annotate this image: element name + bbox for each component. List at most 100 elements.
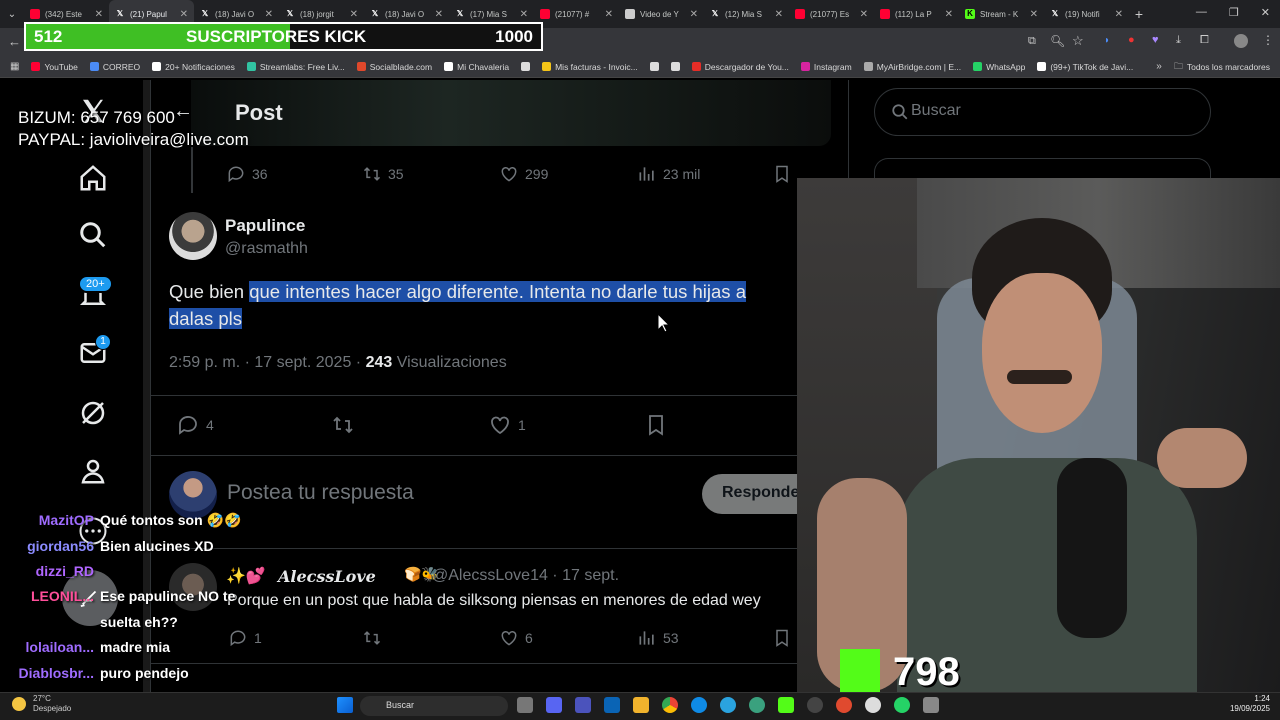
windows-start-icon[interactable] [337, 697, 353, 713]
reply-timestamp: 2:59 p. m. · 17 sept. 2025 · 243 Visuali… [169, 354, 507, 372]
bookmark-item[interactable] [649, 62, 659, 72]
taskbar-search[interactable]: Buscar [360, 696, 508, 716]
tab-close-icon[interactable]: ✕ [350, 9, 358, 20]
obs-icon[interactable] [807, 697, 823, 713]
bookmark-item[interactable]: (99+) TikTok de Javi... [1037, 62, 1133, 72]
browser-tab-label: (19) Notifi [1065, 9, 1100, 19]
bookmark-item[interactable]: YouTube [31, 62, 78, 72]
parent-views-button[interactable]: 23 mil [637, 164, 700, 184]
tab-close-icon[interactable]: ✕ [1030, 9, 1038, 20]
bookmark-item[interactable]: CORREO [89, 62, 140, 72]
tab-close-icon[interactable]: ✕ [265, 9, 273, 20]
reply2-views-button[interactable]: 53 [637, 628, 679, 648]
teams-icon[interactable] [575, 697, 591, 713]
new-tab-icon[interactable]: + [1129, 6, 1149, 22]
tab-close-icon[interactable]: ✕ [435, 9, 443, 20]
bookmark-item[interactable]: Descargador de You... [691, 62, 789, 72]
browser-tab[interactable]: 𝕏 (19) Notifi ✕ [1044, 0, 1129, 28]
bookmark-item[interactable]: Instagram [800, 62, 852, 72]
profile-avatar[interactable] [1234, 34, 1248, 48]
extensions-icon[interactable]: ⧠ [1200, 34, 1209, 47]
extension-heart-icon[interactable]: ♥ [1152, 34, 1159, 46]
bookmark-item[interactable]: WhatsApp [973, 62, 1025, 72]
reply-input[interactable]: Postea tu respuesta [227, 481, 414, 505]
tab-close-icon[interactable]: ✕ [1115, 9, 1123, 20]
edge-icon[interactable] [691, 697, 707, 713]
file-explorer-icon[interactable] [633, 697, 649, 713]
kick-app-icon[interactable] [778, 697, 794, 713]
bookmark-item[interactable]: Streamlabs: Free Liv... [246, 62, 345, 72]
minimize-icon[interactable]: — [1196, 6, 1207, 19]
bookmark-item[interactable] [670, 62, 680, 72]
reply-like-button[interactable]: 1 [488, 413, 526, 437]
reply2-reply-button[interactable]: 1 [228, 628, 262, 648]
bookmark-star-icon[interactable]: ☆ [1072, 33, 1084, 49]
reply-repost-button[interactable] [331, 413, 355, 437]
tab-close-icon[interactable]: ✕ [945, 9, 953, 20]
bookmark-item[interactable]: 20+ Notificaciones [152, 62, 235, 72]
browser-tab[interactable]: 𝕏 (12) Mia S ✕ [704, 0, 789, 28]
reply-author-name[interactable]: Papulince [225, 216, 305, 236]
home-icon[interactable] [78, 163, 108, 193]
bookmark-item[interactable]: MyAirBridge.com | E... [863, 62, 961, 72]
browser-tab[interactable]: (21077) # ✕ [534, 0, 619, 28]
app-icon[interactable] [836, 697, 852, 713]
menu-icon[interactable]: ⋮ [1262, 33, 1274, 47]
apps-grid-icon[interactable]: ▦ [10, 61, 19, 72]
back-icon[interactable]: ← [8, 34, 21, 49]
extension-icon[interactable]: ◗ [1104, 35, 1110, 46]
extension-record-icon[interactable]: ● [1128, 34, 1135, 46]
download-icon[interactable]: ⤓ [1176, 34, 1181, 47]
browser-tab[interactable]: (21077) Es ✕ [789, 0, 874, 28]
taskbar-clock[interactable]: 1:24 19/09/2025 [1230, 694, 1270, 714]
reply-reply-button[interactable]: 4 [176, 413, 214, 437]
bookmark-item[interactable]: Mi Chavaleria [444, 62, 509, 72]
bookmark-item[interactable]: Mis facturas - Invoic... [542, 62, 638, 72]
close-window-icon[interactable]: ✕ [1261, 6, 1270, 19]
parent-reply-button[interactable]: 36 [226, 164, 268, 184]
profile-icon[interactable] [78, 456, 108, 486]
tab-close-icon[interactable]: ✕ [95, 9, 103, 20]
reply2-like-button[interactable]: 6 [499, 628, 533, 648]
reply-time[interactable]: 2:59 p. m. · 17 sept. 2025 · [169, 354, 366, 371]
grok-icon[interactable] [78, 398, 108, 428]
maximize-icon[interactable]: ❐ [1229, 6, 1239, 19]
browser-tab[interactable]: Video de Y ✕ [619, 0, 704, 28]
tab-close-icon[interactable]: ✕ [775, 9, 783, 20]
reply2-author-name[interactable]: AlecssLove [278, 567, 376, 586]
tab-list-icon[interactable]: ⌄ [0, 9, 24, 20]
tab-close-icon[interactable]: ✕ [690, 9, 698, 20]
whatsapp-icon[interactable] [894, 697, 910, 713]
weather-widget[interactable]: 27°C Despejado [33, 694, 71, 714]
app-icon[interactable] [865, 697, 881, 713]
app-icon[interactable] [923, 697, 939, 713]
reply2-repost-button[interactable] [362, 628, 382, 648]
search-icon[interactable] [78, 220, 108, 250]
parent-repost-button[interactable]: 35 [362, 164, 404, 184]
zoom-icon[interactable]: 🔍︎ [1050, 34, 1065, 48]
reply2-bookmark-button[interactable] [772, 628, 792, 648]
discord-icon[interactable] [546, 697, 562, 713]
bookmark-item[interactable] [521, 62, 531, 72]
tab-close-icon[interactable]: ✕ [860, 9, 868, 20]
parent-bookmark-button[interactable] [772, 164, 792, 184]
all-bookmarks-link[interactable]: 🗀 Todos los marcadores [1174, 59, 1270, 75]
tab-close-icon[interactable]: ✕ [520, 9, 528, 20]
chrome-icon[interactable] [662, 697, 678, 713]
globe-app-icon[interactable] [749, 697, 765, 713]
bookmark-item[interactable]: Socialblade.com [356, 62, 432, 72]
reply-author-avatar[interactable] [169, 212, 217, 260]
browser-tab[interactable]: K Stream - K ✕ [959, 0, 1044, 28]
telegram-icon[interactable] [720, 697, 736, 713]
tab-close-icon[interactable]: ✕ [605, 9, 613, 20]
browser-tab[interactable]: (112) La P ✕ [874, 0, 959, 28]
parent-like-button[interactable]: 299 [499, 164, 548, 184]
cast-icon[interactable]: ⧉ [1028, 35, 1036, 48]
reply-bookmark-button[interactable] [644, 413, 668, 437]
tab-close-icon[interactable]: ✕ [180, 9, 188, 20]
more-bookmarks-icon[interactable]: » [1156, 61, 1162, 72]
outlook-icon[interactable] [604, 697, 620, 713]
reply-author-handle[interactable]: @rasmathh [225, 240, 308, 258]
reply2-author-handle[interactable]: @AlecssLove14 · 17 sept. [432, 567, 619, 585]
task-view-icon[interactable] [517, 697, 533, 713]
